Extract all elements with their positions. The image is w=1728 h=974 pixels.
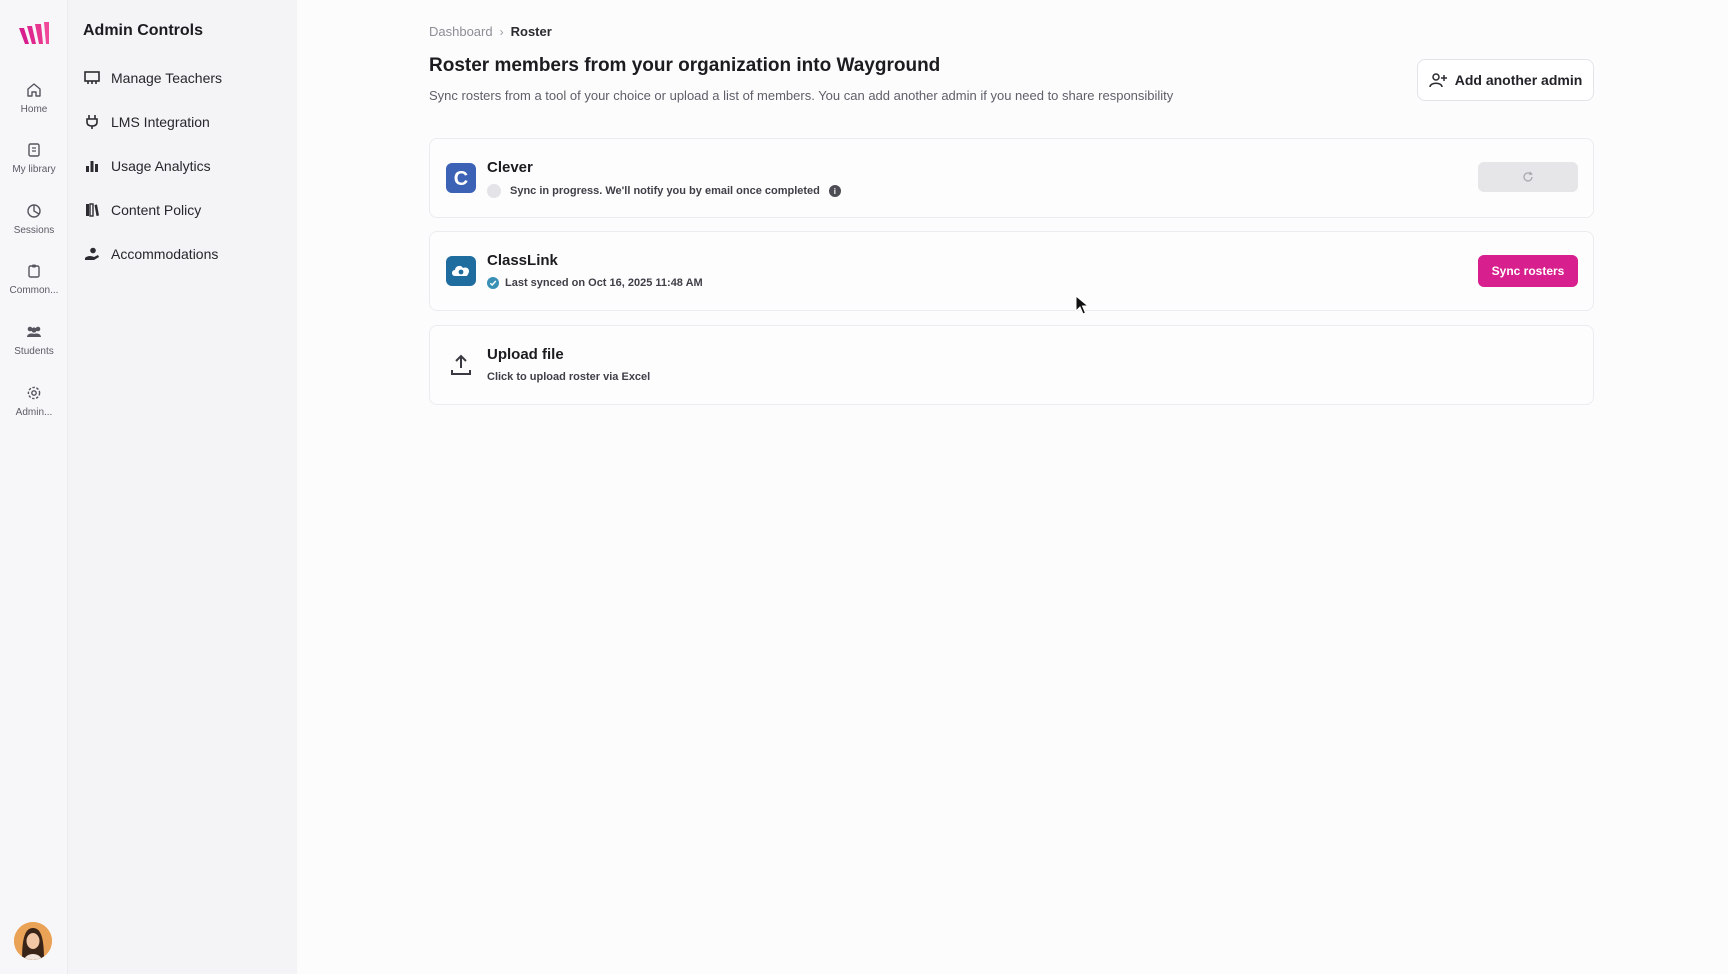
app-root: Home My library Sessions Common... Stude… — [0, 0, 1728, 974]
rail-item-label: Sessions — [13, 225, 55, 236]
clever-sync-button-disabled — [1478, 162, 1578, 192]
sidebar-item-accommodations[interactable]: Accommodations — [83, 243, 218, 265]
classlink-logo — [446, 256, 476, 286]
hand-user-icon — [83, 245, 101, 263]
students-icon — [27, 326, 41, 337]
rail-item-admin[interactable]: Admin... — [0, 385, 68, 418]
sessions-icon — [27, 204, 41, 218]
teachers-icon — [83, 69, 101, 87]
sync-progress-icon — [487, 184, 501, 198]
sidebar-item-label: LMS Integration — [111, 114, 210, 130]
add-another-admin-button[interactable]: Add another admin — [1417, 59, 1594, 101]
sidebar-item-label: Usage Analytics — [111, 158, 211, 174]
icon-rail: Home My library Sessions Common... Stude… — [0, 0, 68, 974]
plug-icon — [83, 113, 101, 131]
sidebar-item-label: Manage Teachers — [111, 70, 223, 86]
info-icon[interactable]: i — [828, 185, 841, 197]
page-title: Roster members from your organization in… — [429, 55, 941, 76]
upload-file-status-text: Click to upload roster via Excel — [487, 371, 651, 383]
add-user-icon — [1428, 73, 1447, 88]
add-admin-label: Add another admin — [1454, 72, 1583, 88]
library-icon — [28, 143, 40, 157]
upload-file-card[interactable]: Upload file Click to upload roster via E… — [429, 325, 1594, 405]
rail-item-label: My library — [12, 164, 56, 175]
breadcrumb-dashboard-link[interactable]: Dashboard — [429, 24, 493, 39]
rail-item-students[interactable]: Students — [0, 324, 68, 357]
rail-item-label: Common... — [9, 285, 59, 296]
clever-card: C Clever Sync in progress. We'll notify … — [429, 138, 1594, 218]
classlink-name: ClassLink — [487, 252, 558, 269]
clipboard-icon — [28, 264, 40, 278]
upload-icon — [446, 350, 476, 380]
sidebar-item-content-policy[interactable]: Content Policy — [83, 199, 201, 221]
page-subtitle: Sync rosters from a tool of your choice … — [429, 88, 1174, 103]
breadcrumb-current: Roster — [510, 24, 552, 39]
avatar[interactable] — [14, 922, 52, 960]
rail-item-my-library[interactable]: My library — [0, 142, 68, 175]
rail-item-label: Students — [14, 346, 54, 357]
avatar-image — [14, 922, 52, 960]
sidebar-item-lms-integration[interactable]: LMS Integration — [83, 111, 210, 133]
clever-logo: C — [446, 163, 476, 193]
book-icon — [83, 201, 101, 219]
bar-chart-icon — [83, 157, 101, 175]
sidebar-title: Admin Controls — [83, 22, 203, 39]
classlink-status-text: Last synced on Oct 16, 2025 11:48 AM — [505, 277, 703, 289]
rail-item-sessions[interactable]: Sessions — [0, 203, 68, 236]
clever-name: Clever — [487, 159, 533, 176]
refresh-icon — [1523, 171, 1533, 182]
breadcrumb-separator: › — [499, 24, 504, 39]
breadcrumb: Dashboard › Roster — [429, 24, 552, 39]
upload-file-status: Click to upload roster via Excel — [487, 371, 650, 383]
rail-item-home[interactable]: Home — [0, 82, 68, 115]
gear-icon — [27, 386, 41, 400]
sync-rosters-button[interactable]: Sync rosters — [1478, 255, 1578, 287]
rail-item-label: Home — [20, 104, 48, 115]
home-icon — [27, 83, 41, 97]
sidebar-item-manage-teachers[interactable]: Manage Teachers — [83, 67, 222, 89]
upload-file-name: Upload file — [487, 346, 564, 363]
sidebar-item-usage-analytics[interactable]: Usage Analytics — [83, 155, 211, 177]
clever-status: Sync in progress. We'll notify you by em… — [487, 184, 841, 198]
sidebar-item-label: Content Policy — [111, 202, 202, 218]
rail-item-common[interactable]: Common... — [0, 263, 68, 296]
rail-item-label: Admin... — [15, 407, 53, 418]
clever-logo-letter: C — [454, 168, 468, 190]
classlink-status: Last synced on Oct 16, 2025 11:48 AM — [487, 277, 703, 289]
classlink-card: ClassLink Last synced on Oct 16, 2025 11… — [429, 231, 1594, 311]
clever-status-text: Sync in progress. We'll notify you by em… — [510, 185, 820, 197]
wayground-logo[interactable] — [18, 22, 50, 46]
sidebar-item-label: Accommodations — [111, 246, 219, 262]
check-circle-icon — [487, 277, 499, 289]
admin-sidebar: Admin Controls Manage Teachers LMS Integ… — [68, 0, 297, 974]
mouse-cursor-icon — [1075, 295, 1089, 315]
